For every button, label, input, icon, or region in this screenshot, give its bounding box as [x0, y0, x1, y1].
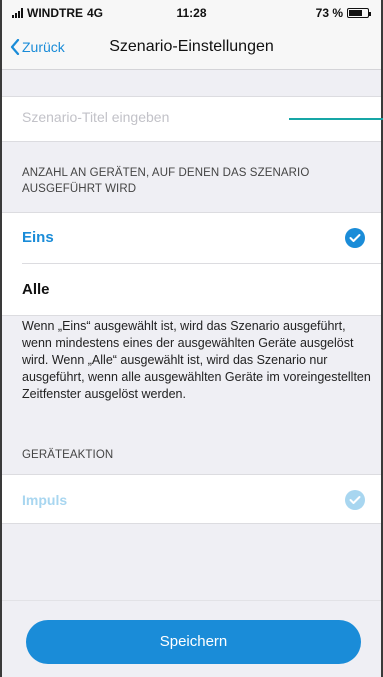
divider [22, 263, 381, 264]
battery-icon [347, 8, 371, 18]
checkmark-icon [345, 490, 365, 510]
input-underline [289, 118, 383, 120]
checkmark-icon [345, 228, 365, 248]
battery-percent: 73 % [315, 6, 343, 20]
option-label: Eins [22, 229, 54, 246]
option-label: Alle [22, 281, 50, 298]
option-impuls[interactable]: Impuls [2, 474, 381, 524]
navigation-bar: Zurück Szenario-Einstellungen [2, 26, 381, 70]
page-title: Szenario-Einstellungen [109, 38, 274, 55]
option-label: Impuls [22, 492, 68, 508]
scenario-title-row [2, 96, 383, 142]
save-button[interactable]: Speichern [26, 620, 361, 664]
device-count-header: ANZAHL AN GERÄTEN, AUF DENEN DAS SZENARI… [22, 167, 310, 195]
status-bar: WINDTRE 4G 11:28 73 % [2, 0, 381, 26]
option-alle[interactable]: Alle [2, 265, 381, 316]
device-action-header: GERÄTEAKTION [22, 449, 114, 461]
scenario-title-input[interactable] [22, 109, 262, 125]
device-count-description: Wenn „Eins“ ausgewählt ist, wird das Sze… [22, 319, 371, 401]
screen-frame: WINDTRE 4G 11:28 73 % Zurück Szenario-Ei… [0, 0, 383, 677]
device-count-options: Eins Alle [2, 212, 381, 316]
option-eins[interactable]: Eins [2, 213, 381, 264]
